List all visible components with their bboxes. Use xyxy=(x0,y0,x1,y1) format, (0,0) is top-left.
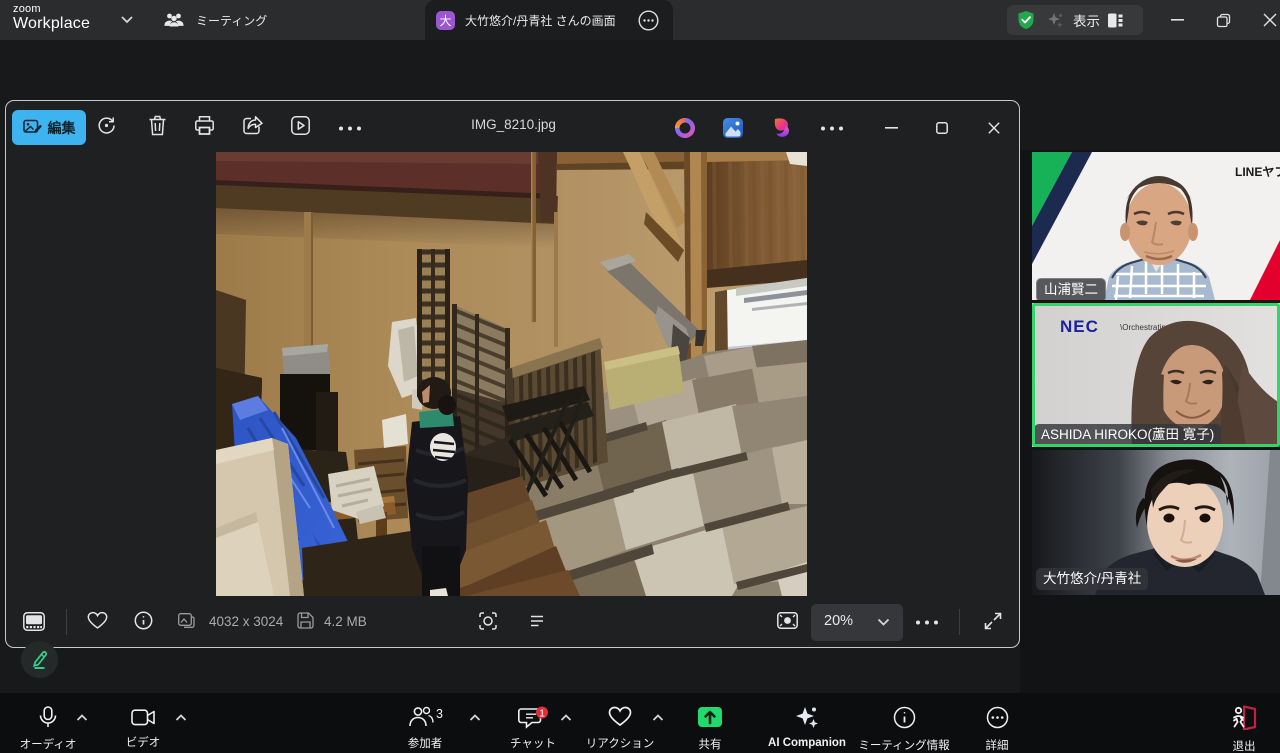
svg-text:3: 3 xyxy=(436,707,443,721)
svg-text:LINEヤフー: LINEヤフー xyxy=(1235,165,1280,179)
svg-text:1: 1 xyxy=(539,708,545,720)
